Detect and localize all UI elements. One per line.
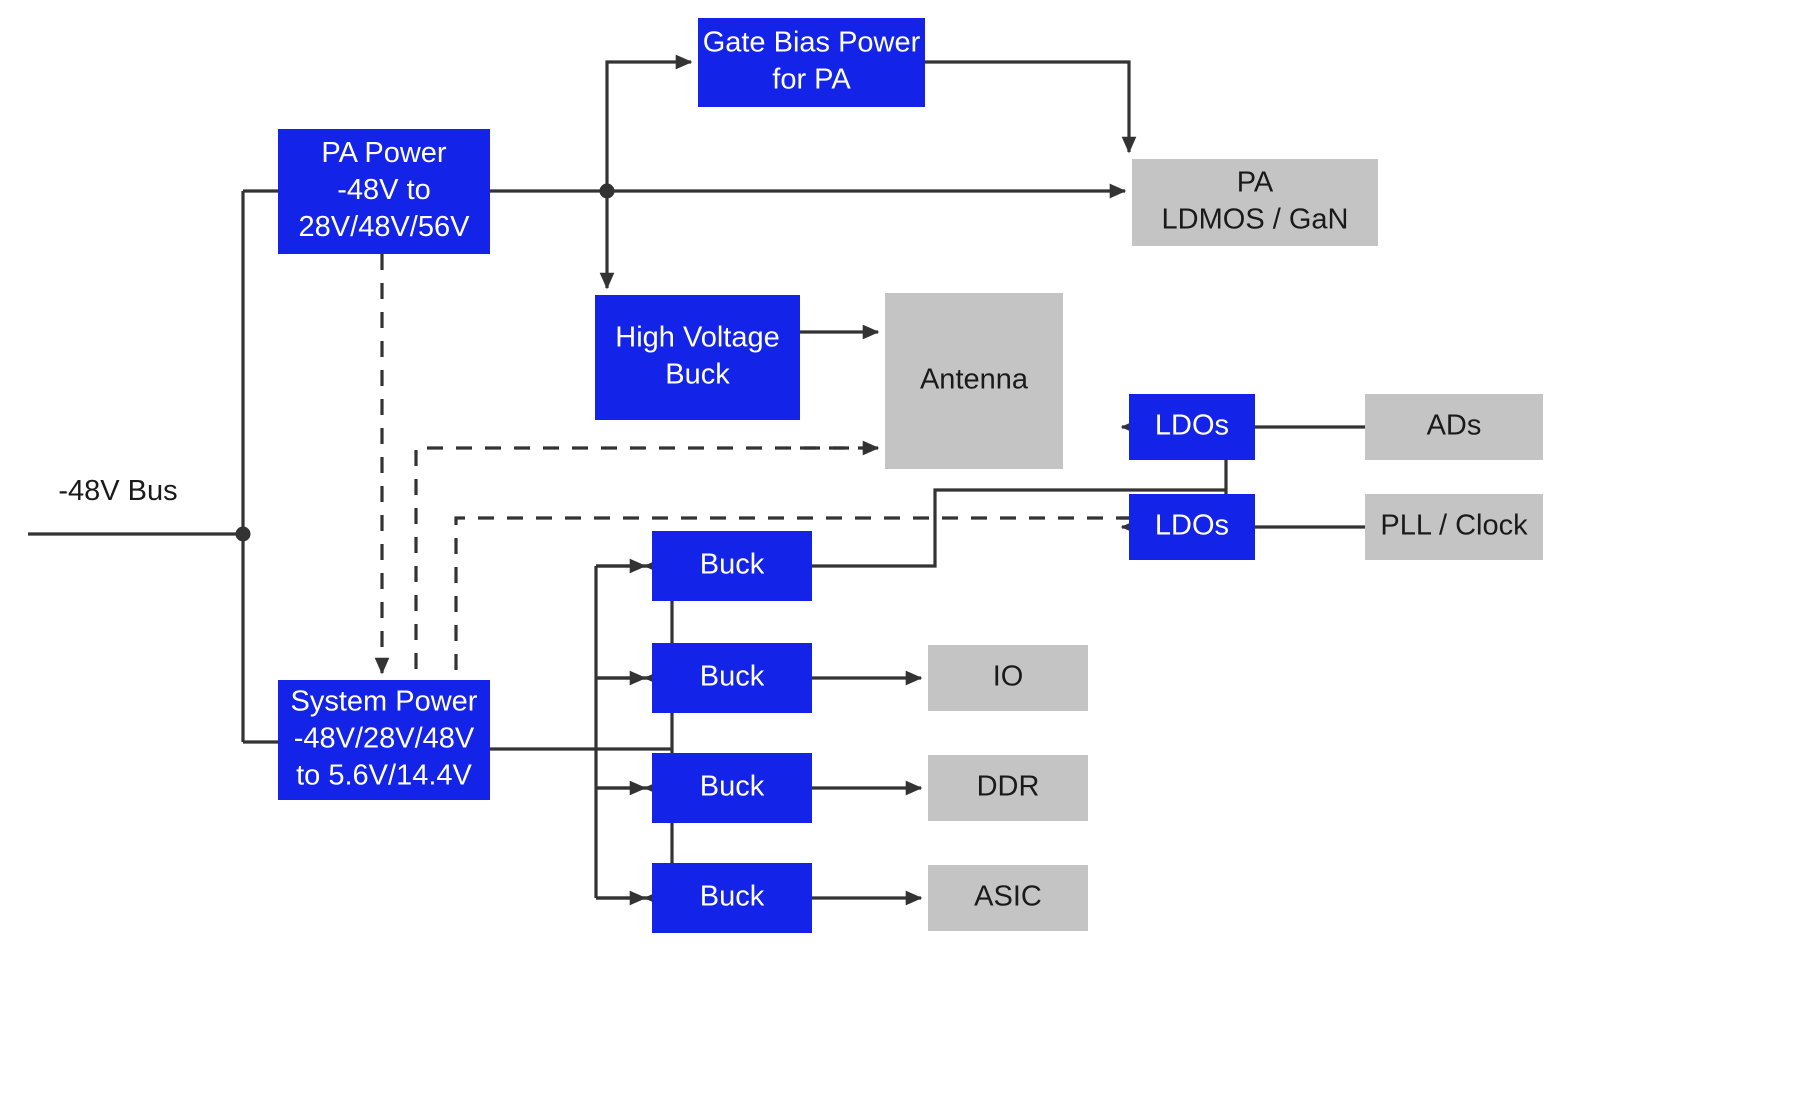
block-label-pa-ldmos-gan-line-1: PA (1237, 167, 1274, 199)
block-asic[interactable]: ASIC (928, 865, 1088, 931)
block-buck-4[interactable]: Buck (652, 863, 812, 933)
block-pa-ldmos-gan[interactable]: PA LDMOS / GaN (1132, 159, 1378, 246)
block-label-ldos-1-line-1: LDOs (1155, 410, 1229, 442)
block-ddr[interactable]: DDR (928, 755, 1088, 821)
wire-gate-bias-to-pa-ldmos (925, 60, 1137, 154)
block-label-buck-3-line-1: Buck (700, 771, 765, 803)
block-buck-1[interactable]: Buck (652, 531, 812, 601)
block-label-antenna-line-1: Antenna (920, 364, 1029, 396)
wire-ldo-to-system-power-dashed (454, 516, 1219, 680)
block-label-asic-line-1: ASIC (974, 881, 1042, 913)
block-label-io-line-1: IO (993, 661, 1024, 693)
block-label-system-power-line-3: to 5.6V/14.4V (296, 760, 472, 792)
block-buck-2[interactable]: Buck (652, 643, 812, 713)
block-label-pll-clock-line-1: PLL / Clock (1380, 510, 1528, 542)
block-label-buck-1-line-1: Buck (700, 549, 765, 581)
block-label-pa-power-line-2: -48V to (337, 174, 431, 206)
block-io[interactable]: IO (928, 645, 1088, 711)
block-label-pa-power-line-3: 28V/48V/56V (299, 211, 471, 243)
block-antenna[interactable]: Antenna (885, 293, 1063, 469)
block-label-ldos-2-line-1: LDOs (1155, 510, 1229, 542)
block-ldos-2[interactable]: LDOs (1129, 494, 1255, 560)
block-gate-bias-power[interactable]: Gate Bias Power for PA (698, 18, 925, 107)
block-label-gate-bias-power-line-2: for PA (772, 64, 851, 96)
block-label-buck-4-line-1: Buck (700, 881, 765, 913)
block-pll-clock[interactable]: PLL / Clock (1365, 494, 1543, 560)
block-rect-high-voltage-buck (595, 295, 800, 420)
block-label-pa-ldmos-gan-line-2: LDMOS / GaN (1162, 204, 1349, 236)
block-ads[interactable]: ADs (1365, 394, 1543, 460)
block-diagram-canvas: PA Power -48V to 28V/48V/56V Gate Bias Powe… (0, 0, 1800, 1096)
block-label-ads-line-1: ADs (1427, 410, 1482, 442)
block-label-gate-bias-power-line-1: Gate Bias Power (703, 27, 921, 59)
block-pa-power[interactable]: PA Power -48V to 28V/48V/56V (278, 129, 490, 254)
block-label-system-power-line-2: -48V/28V/48V (294, 723, 475, 755)
block-label-buck-2-line-1: Buck (700, 661, 765, 693)
block-ldos-1[interactable]: LDOs (1129, 394, 1255, 460)
block-layer: PA Power -48V to 28V/48V/56V Gate Bias Powe… (278, 18, 1543, 933)
block-high-voltage-buck[interactable]: High Voltage Buck (595, 295, 800, 420)
bus-label: -48V Bus (58, 475, 177, 507)
block-label-high-voltage-buck-line-2: Buck (665, 359, 730, 391)
wire-pa-power-to-gate-bias (605, 54, 693, 191)
block-buck-3[interactable]: Buck (652, 753, 812, 823)
block-label-pa-power-line-1: PA Power (321, 137, 447, 169)
block-label-high-voltage-buck-line-1: High Voltage (615, 322, 779, 354)
block-label-ddr-line-1: DDR (977, 771, 1040, 803)
power-tree-diagram: PA Power -48V to 28V/48V/56V Gate Bias Powe… (28, 18, 1543, 933)
block-system-power[interactable]: System Power -48V/28V/48V to 5.6V/14.4V (278, 680, 490, 800)
block-label-system-power-line-1: System Power (291, 686, 478, 718)
bus-junction-dot (235, 526, 251, 542)
